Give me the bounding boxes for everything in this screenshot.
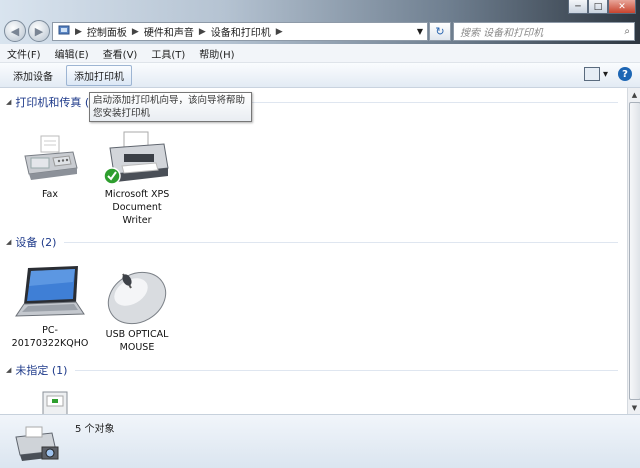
group-unspecified-header[interactable]: ◢ 未指定 (1) (6, 362, 618, 378)
address-separator[interactable]: ▶ (132, 27, 139, 37)
search-input[interactable]: 搜索 设备和打印机 (454, 24, 624, 39)
group-unspecified-label: 未指定 (1) (15, 364, 68, 377)
address-bar[interactable]: ▶ 控制面板 ▶ 硬件和声音 ▶ 设备和打印机 ▶ ▼ (52, 22, 428, 41)
device-unspecified[interactable] (10, 390, 90, 414)
command-bar: 添加设备 添加打印机 ▾ ? (0, 63, 640, 88)
group-divider (75, 369, 618, 371)
breadcrumb-control-panel[interactable]: 控制面板 (82, 24, 132, 39)
address-separator[interactable]: ▶ (276, 27, 283, 37)
menu-edit[interactable]: 编辑(E) (48, 46, 96, 61)
object-count: 5 个对象 (75, 424, 115, 435)
back-button[interactable]: ◀ (4, 20, 26, 42)
help-icon[interactable]: ? (618, 67, 632, 81)
device-mouse[interactable]: USB OPTICAL MOUSE (97, 264, 177, 354)
close-button[interactable]: ✕ (608, 0, 636, 14)
address-separator[interactable]: ▶ (75, 27, 82, 37)
device-computer[interactable]: PC-20170322KQHO (10, 264, 90, 350)
menu-bar: 文件(F) 编辑(E) 查看(V) 工具(T) 帮助(H) (0, 44, 640, 63)
printer-camera-icon (15, 426, 59, 461)
collapse-icon[interactable]: ◢ (6, 366, 11, 374)
minimize-button[interactable]: ─ (568, 0, 588, 14)
scroll-thumb[interactable] (629, 102, 640, 400)
address-separator[interactable]: ▶ (199, 27, 206, 37)
laptop-icon (15, 266, 85, 317)
address-dropdown-icon[interactable]: ▼ (413, 27, 427, 36)
maximize-button[interactable]: □ (588, 0, 608, 14)
device-box-icon (42, 391, 68, 414)
collapse-icon[interactable]: ◢ (6, 238, 11, 246)
view-icon (583, 67, 600, 81)
view-dropdown-icon[interactable]: ▾ (603, 69, 608, 80)
search-icon[interactable]: ⌕ (624, 26, 634, 37)
group-devices-label: 设备 (2) (15, 236, 57, 249)
scroll-down-icon[interactable]: ▼ (628, 401, 640, 414)
menu-help[interactable]: 帮助(H) (192, 46, 241, 61)
fax-icon (24, 135, 78, 180)
search-box[interactable]: 搜索 设备和打印机 ⌕ (453, 22, 635, 41)
mouse-icon (107, 271, 167, 325)
breadcrumb-devices-printers[interactable]: 设备和打印机 (206, 24, 276, 39)
group-devices-header[interactable]: ◢ 设备 (2) (6, 234, 618, 250)
device-name: Fax (41, 189, 59, 200)
add-device-button[interactable]: 添加设备 (6, 66, 60, 85)
vertical-scrollbar[interactable]: ▲ ▼ (627, 88, 640, 414)
device-xps-writer[interactable]: Microsoft XPS Document Writer (97, 130, 177, 227)
scroll-up-icon[interactable]: ▲ (628, 88, 640, 101)
collapse-icon[interactable]: ◢ (6, 98, 11, 106)
group-divider (64, 241, 618, 243)
menu-tools[interactable]: 工具(T) (144, 46, 192, 61)
refresh-button[interactable]: ↻ (429, 22, 451, 41)
control-panel-icon (53, 24, 75, 39)
window-controls: ─ □ ✕ (568, 0, 636, 14)
device-name: Microsoft XPS Document Writer (104, 189, 170, 226)
device-fax[interactable]: Fax (10, 130, 90, 201)
breadcrumb-hardware-sound[interactable]: 硬件和声音 (139, 24, 199, 39)
menu-view[interactable]: 查看(V) (96, 46, 145, 61)
details-pane: 5 个对象 (0, 414, 640, 468)
title-bar: ─ □ ✕ ◀ ▶ ▶ 控制面板 ▶ 硬件和声音 ▶ 设备和打印机 ▶ ▼ ↻ … (0, 0, 640, 44)
group-printers-label: 打印机和传真 (2) (15, 96, 101, 109)
menu-file[interactable]: 文件(F) (0, 46, 48, 61)
printer-icon (103, 131, 169, 185)
device-name: USB OPTICAL MOUSE (105, 329, 169, 353)
change-view-button[interactable]: ▾ (583, 67, 608, 81)
forward-button[interactable]: ▶ (28, 20, 50, 42)
device-name: PC-20170322KQHO (11, 325, 89, 349)
add-printer-button[interactable]: 添加打印机 (66, 64, 132, 86)
device-list: ◢ 打印机和传真 (2) Fax Microsoft XPS Document … (0, 88, 627, 414)
navigation-buttons: ◀ ▶ (4, 20, 50, 42)
add-printer-tooltip: 启动添加打印机向导，该向导将帮助您安装打印机 (89, 92, 252, 122)
